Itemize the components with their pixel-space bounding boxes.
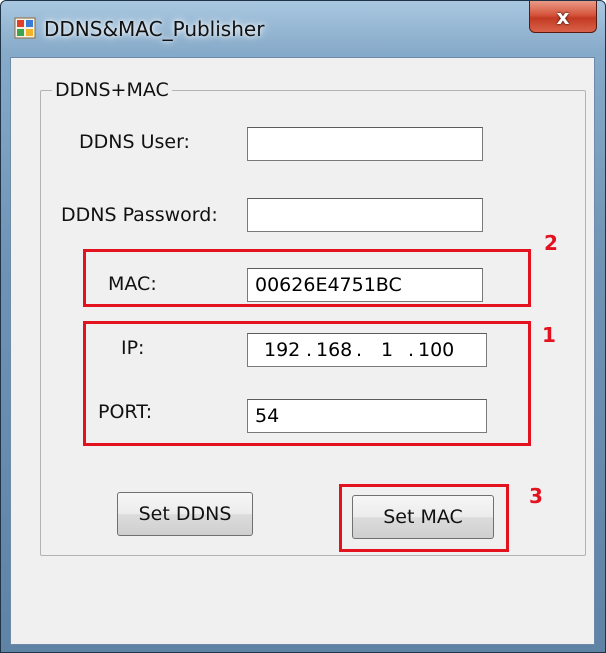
title-bar[interactable]: DDNS&MAC_Publisher x xyxy=(1,1,605,57)
window-title: DDNS&MAC_Publisher xyxy=(44,17,265,41)
ip-octet-4[interactable]: 100 xyxy=(418,339,454,361)
ip-dot: . xyxy=(356,339,363,361)
close-icon: x xyxy=(556,4,570,29)
ip-octet-3[interactable]: 1 xyxy=(381,339,393,361)
groupbox-label: DDNS+MAC xyxy=(52,79,172,101)
ip-octet-2[interactable]: 168 xyxy=(316,339,352,361)
ddns-user-input[interactable] xyxy=(247,127,483,161)
mac-marker: 2 xyxy=(544,231,558,255)
app-window: DDNS&MAC_Publisher x DDNS+MAC DDNS User:… xyxy=(0,0,606,653)
ip-address-input[interactable]: 192 . 168 . 1 . 100 xyxy=(247,333,487,367)
app-icon xyxy=(14,17,36,39)
ddns-password-input[interactable] xyxy=(247,198,483,232)
ip-octet-1[interactable]: 192 xyxy=(264,339,300,361)
ddns-password-label: DDNS Password: xyxy=(61,204,218,226)
ip-dot: . xyxy=(306,339,313,361)
dialog-body: DDNS+MAC DDNS User: DDNS Password: 2 MAC… xyxy=(10,57,595,645)
port-input[interactable] xyxy=(247,399,487,433)
set-ddns-button[interactable]: Set DDNS xyxy=(117,492,253,536)
network-marker: 1 xyxy=(542,323,556,347)
ip-dot: . xyxy=(408,339,415,361)
mac-input[interactable] xyxy=(247,268,483,302)
port-label: PORT: xyxy=(98,401,153,423)
ddns-user-label: DDNS User: xyxy=(79,131,190,153)
ip-label: IP: xyxy=(121,337,145,359)
set-mac-marker: 3 xyxy=(529,484,543,508)
close-button[interactable]: x xyxy=(529,1,597,33)
mac-label: MAC: xyxy=(108,273,157,295)
set-mac-button[interactable]: Set MAC xyxy=(352,495,494,539)
